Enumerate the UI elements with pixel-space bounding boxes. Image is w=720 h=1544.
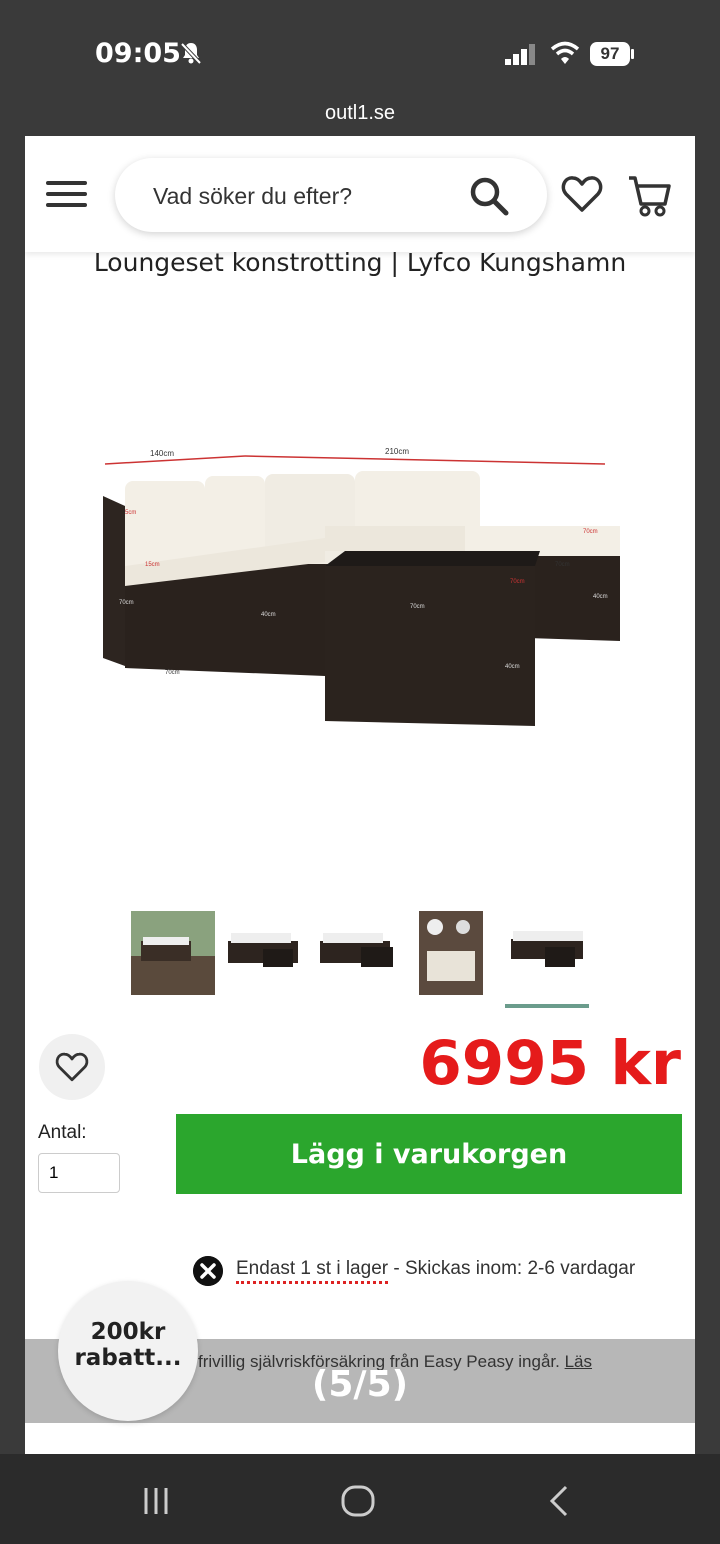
status-bar: 09:05 97: [0, 0, 720, 90]
dim-label-140: 140cm: [150, 449, 174, 458]
dim-label-40b: 40cm: [593, 594, 608, 600]
discount-label: rabatt...: [74, 1345, 182, 1371]
heart-icon: [55, 1052, 89, 1082]
search-bar: [115, 158, 547, 232]
url-text: outl1.se: [324, 102, 396, 124]
dim-label-70a: 70cm: [119, 600, 134, 606]
dim-label-70b: 70cm: [165, 670, 180, 676]
thumbnail-3[interactable]: [315, 911, 399, 995]
quantity-label: Antal:: [38, 1122, 87, 1143]
stock-status: Endast 1 st i lager: [236, 1258, 389, 1284]
frame-right: [695, 0, 720, 1544]
android-nav-bar: [0, 1454, 720, 1544]
thumbnail-5[interactable]: [507, 911, 591, 995]
site-header: [25, 136, 695, 252]
thumbnail-strip: [131, 911, 591, 1011]
recent-apps-icon[interactable]: [138, 1484, 178, 1518]
url-bar[interactable]: outl1.se: [25, 90, 695, 136]
product-price: 6995 kr: [419, 1028, 681, 1099]
shipping-info: - Skickas inom: 2-6 vardagar: [388, 1258, 636, 1279]
cart-icon[interactable]: [627, 174, 673, 220]
dim-label-40a: 40cm: [261, 612, 276, 618]
page: Loungeset konstrotting | Lyfco Kungshamn…: [25, 136, 695, 1454]
bell-muted-icon: [180, 42, 202, 65]
wishlist-heart-icon[interactable]: [561, 174, 603, 214]
status-time: 09:05: [95, 38, 181, 69]
menu-icon[interactable]: [43, 176, 89, 212]
add-to-cart-button[interactable]: Lägg i varukorgen: [176, 1114, 682, 1194]
add-to-wishlist-button[interactable]: [39, 1034, 105, 1100]
battery-tip: [631, 49, 634, 59]
dim-label-15: 15cm: [145, 562, 160, 568]
product-image[interactable]: 140cm 210cm 5cm 15cm 70cm 70cm 40cm 70cm…: [85, 426, 645, 756]
dim-label-70e: 70cm: [555, 562, 570, 568]
search-input[interactable]: [151, 176, 455, 216]
battery-level: 97: [590, 42, 630, 66]
dim-label-70d: 70cm: [510, 579, 525, 585]
signal-icon: [505, 44, 535, 65]
out-of-stock-icon: [193, 1256, 223, 1286]
thumbnail-4[interactable]: [419, 911, 483, 995]
wifi-icon: [550, 41, 580, 64]
dim-label-70c: 70cm: [410, 604, 425, 610]
back-icon[interactable]: [540, 1484, 580, 1518]
dim-label-210: 210cm: [385, 447, 409, 456]
dim-label-40c: 40cm: [505, 664, 520, 670]
thumbnail-1[interactable]: [131, 911, 215, 995]
discount-amount: 200kr: [90, 1319, 166, 1345]
discount-badge[interactable]: 200kr rabatt...: [58, 1281, 198, 1421]
quantity-input[interactable]: [38, 1153, 120, 1193]
thumbnail-active-indicator: [505, 1004, 589, 1008]
dim-label-70f: 70cm: [583, 529, 598, 535]
frame-left: [0, 0, 25, 1544]
search-icon[interactable]: [467, 174, 511, 218]
home-icon[interactable]: [338, 1484, 378, 1518]
dim-label-5: 5cm: [125, 510, 136, 516]
thumbnail-2[interactable]: [223, 911, 307, 995]
product-title: Loungeset konstrotting | Lyfco Kungshamn: [93, 248, 627, 277]
